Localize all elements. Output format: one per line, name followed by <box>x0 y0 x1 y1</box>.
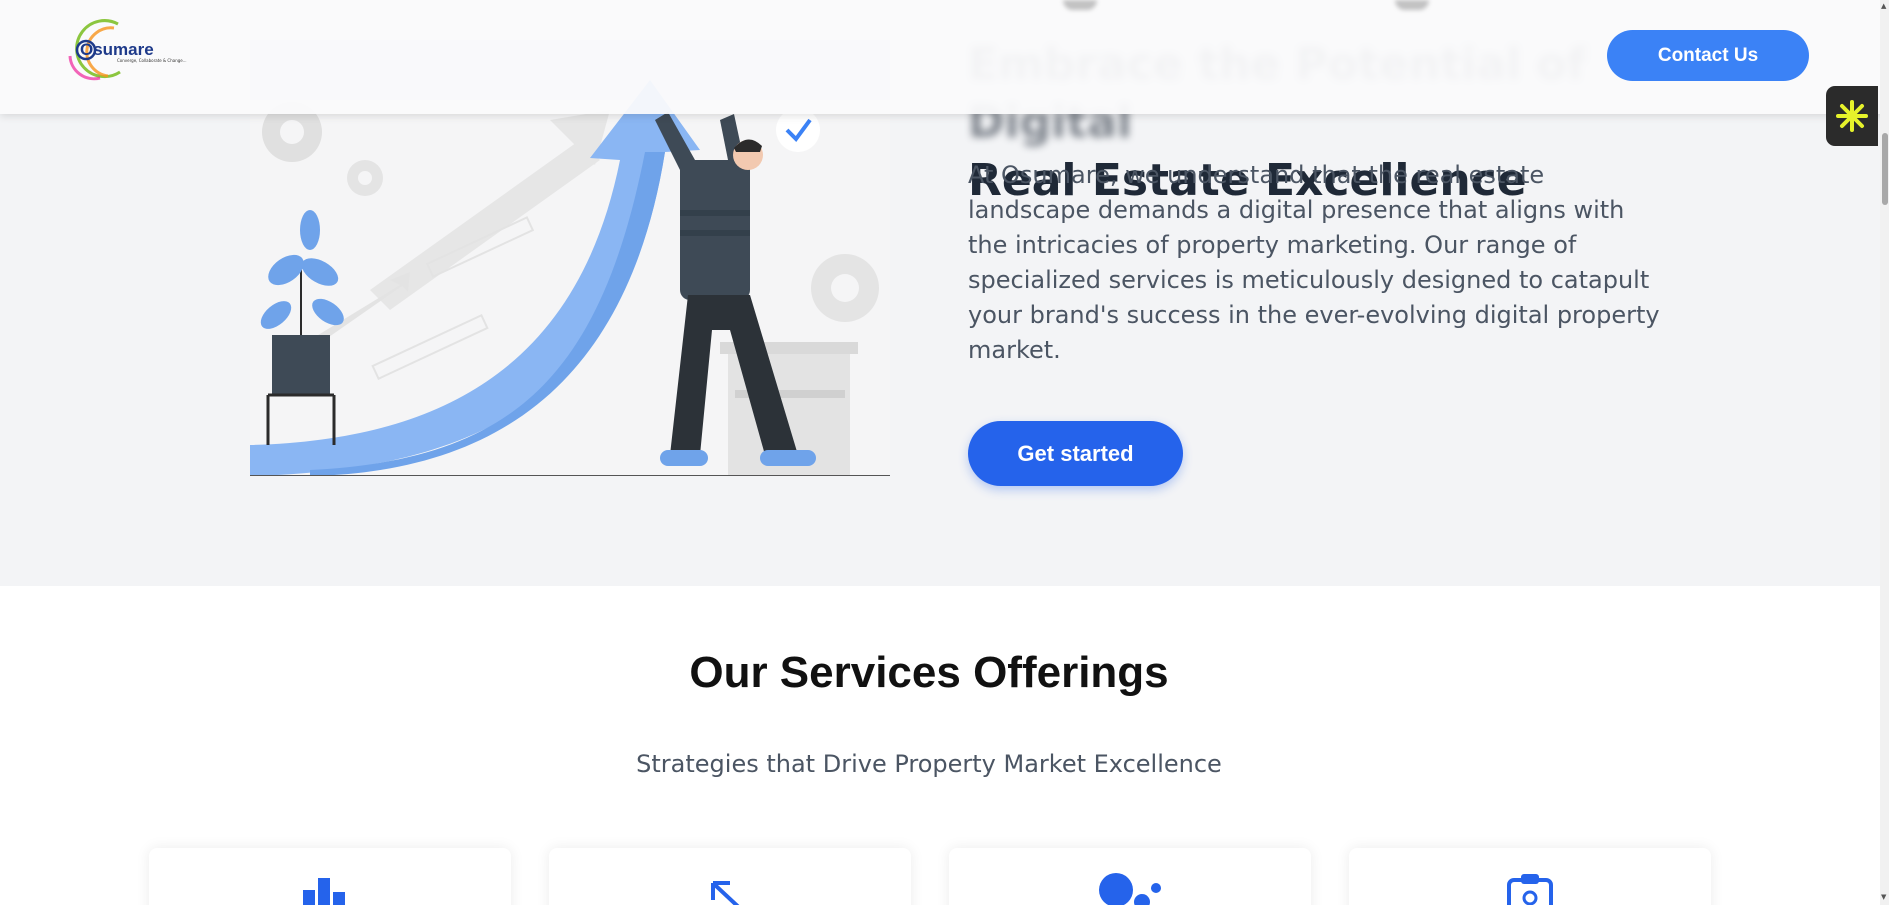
services-title: Our Services Offerings <box>689 648 1169 697</box>
service-card[interactable] <box>949 848 1311 905</box>
bar-chart-icon <box>303 878 345 905</box>
scrollbar-thumb[interactable] <box>1882 133 1888 205</box>
service-card[interactable] <box>1349 848 1711 905</box>
logo-tagline: Converge, Collaborate & Change... <box>117 58 187 63</box>
service-card[interactable] <box>149 848 511 905</box>
blurred-decoration <box>1063 0 1097 10</box>
logo-name: Osumare <box>80 40 154 59</box>
blurred-decoration <box>1395 0 1429 10</box>
site-header: Osumare Converge, Collaborate & Change..… <box>0 0 1889 114</box>
get-started-button[interactable]: Get started <box>968 421 1183 486</box>
scroll-up-icon[interactable]: ▲ <box>1881 2 1886 10</box>
asterisk-icon <box>1836 100 1868 132</box>
clipboard-icon <box>1507 874 1553 905</box>
floating-widget-button[interactable] <box>1826 86 1878 146</box>
scroll-down-icon[interactable]: ▼ <box>1881 893 1886 901</box>
arrow-up-left-icon <box>711 881 740 905</box>
dots-icon <box>1099 873 1161 905</box>
contact-us-button[interactable]: Contact Us <box>1607 30 1809 81</box>
logo[interactable]: Osumare Converge, Collaborate & Change..… <box>60 16 190 82</box>
hero-description: At Osumare, we understand that the real … <box>968 161 1660 364</box>
service-card[interactable] <box>549 848 911 905</box>
services-subtitle: Strategies that Drive Property Market Ex… <box>636 750 1222 778</box>
